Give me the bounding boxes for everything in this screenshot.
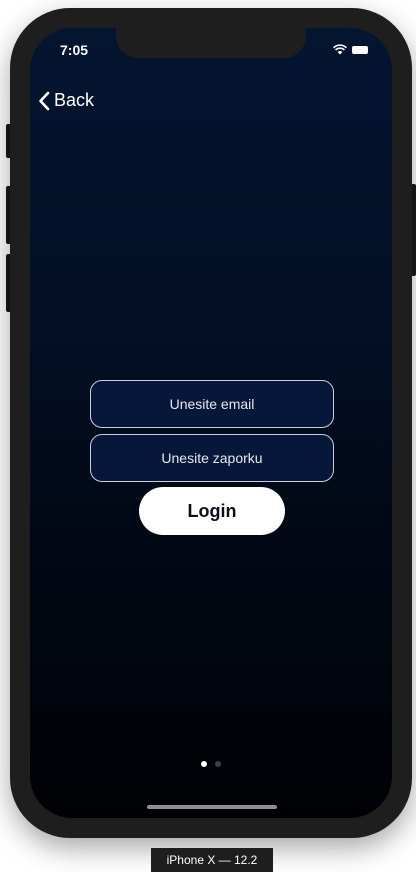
- page-dot[interactable]: [215, 761, 221, 767]
- page-indicator[interactable]: [30, 761, 392, 767]
- password-field[interactable]: [90, 434, 334, 482]
- device-frame: 7:05 Back Login: [10, 8, 412, 838]
- page-dot[interactable]: [201, 761, 207, 767]
- login-form: Login: [90, 380, 334, 535]
- back-label: Back: [54, 90, 95, 110]
- email-field[interactable]: [90, 380, 334, 428]
- battery-icon: [352, 45, 368, 54]
- device-label: iPhone X — 12.2: [151, 848, 273, 872]
- status-icons: [333, 44, 368, 55]
- home-indicator[interactable]: [147, 805, 277, 809]
- notch: [116, 28, 306, 58]
- wifi-icon: [333, 44, 347, 55]
- simulator-stage: 7:05 Back Login: [0, 0, 416, 872]
- chevron-left-icon: [39, 91, 50, 110]
- login-button[interactable]: Login: [139, 487, 285, 535]
- app-screen: 7:05 Back Login: [30, 28, 392, 818]
- status-time: 7:05: [60, 42, 89, 58]
- back-button[interactable]: Back: [38, 90, 94, 111]
